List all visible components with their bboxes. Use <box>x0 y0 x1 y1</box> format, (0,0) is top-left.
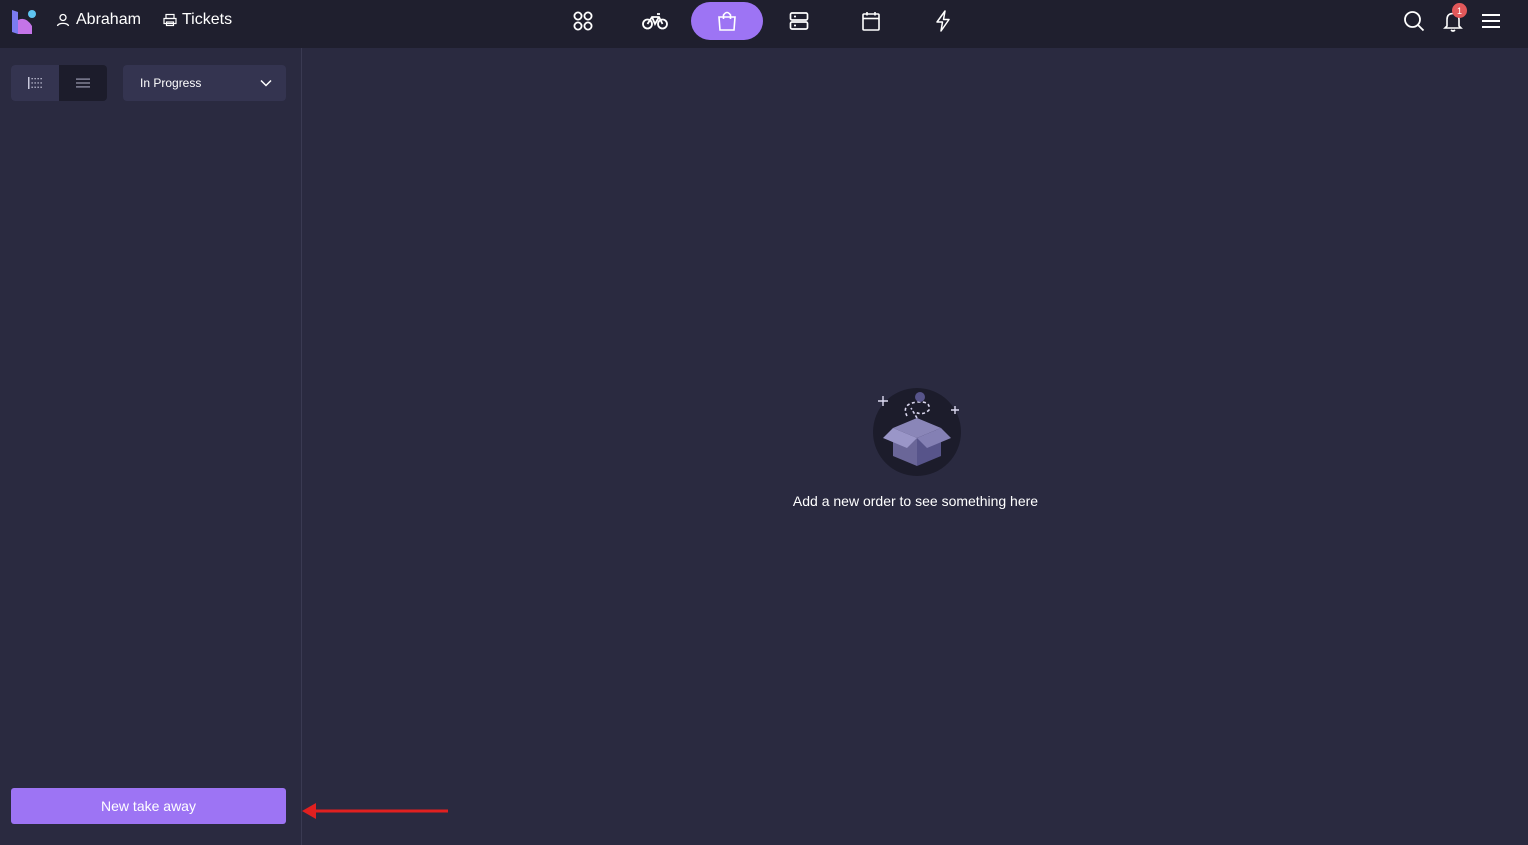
list-view-button[interactable] <box>59 65 107 101</box>
chevron-down-icon <box>260 79 272 87</box>
top-bar: Abraham Tickets 1 <box>0 0 1528 48</box>
nav-takeaway[interactable] <box>691 2 763 40</box>
menu-button[interactable] <box>1479 9 1503 33</box>
nav-delivery[interactable] <box>619 2 691 40</box>
tickets-label: Tickets <box>182 11 233 28</box>
status-filter-value: In Progress <box>140 76 202 90</box>
shopping-bag-icon <box>718 11 736 31</box>
search-button[interactable] <box>1402 9 1426 33</box>
lightning-icon <box>936 10 950 32</box>
empty-state: Add a new order to see something here <box>303 48 1528 845</box>
grid-list-icon <box>28 77 42 89</box>
tickets-link[interactable]: Tickets <box>163 11 232 29</box>
server-icon <box>789 12 809 30</box>
list-icon <box>76 78 90 88</box>
hamburger-icon <box>1482 14 1500 28</box>
nav-quick[interactable] <box>907 2 979 40</box>
app-logo[interactable] <box>10 6 40 36</box>
nav-server[interactable] <box>763 2 835 40</box>
printer-icon <box>163 13 177 27</box>
empty-state-message: Add a new order to see something here <box>792 493 1039 509</box>
notification-badge: 1 <box>1452 3 1467 18</box>
status-filter-select[interactable]: In Progress <box>123 65 286 101</box>
calendar-icon <box>862 12 880 31</box>
grid-icon <box>573 11 593 31</box>
user-icon <box>56 13 70 27</box>
nav-calendar[interactable] <box>835 2 907 40</box>
grid-view-button[interactable] <box>11 65 59 101</box>
orders-sidebar: In Progress New take away <box>0 48 302 845</box>
user-name: Abraham <box>76 11 141 28</box>
bike-icon <box>642 13 668 30</box>
new-take-away-button[interactable]: New take away <box>11 788 286 824</box>
view-toggle <box>11 65 107 101</box>
open-box-icon <box>873 388 961 476</box>
user-menu[interactable]: Abraham <box>56 11 141 29</box>
search-icon <box>1404 11 1425 32</box>
nav-dashboard[interactable] <box>547 2 619 40</box>
